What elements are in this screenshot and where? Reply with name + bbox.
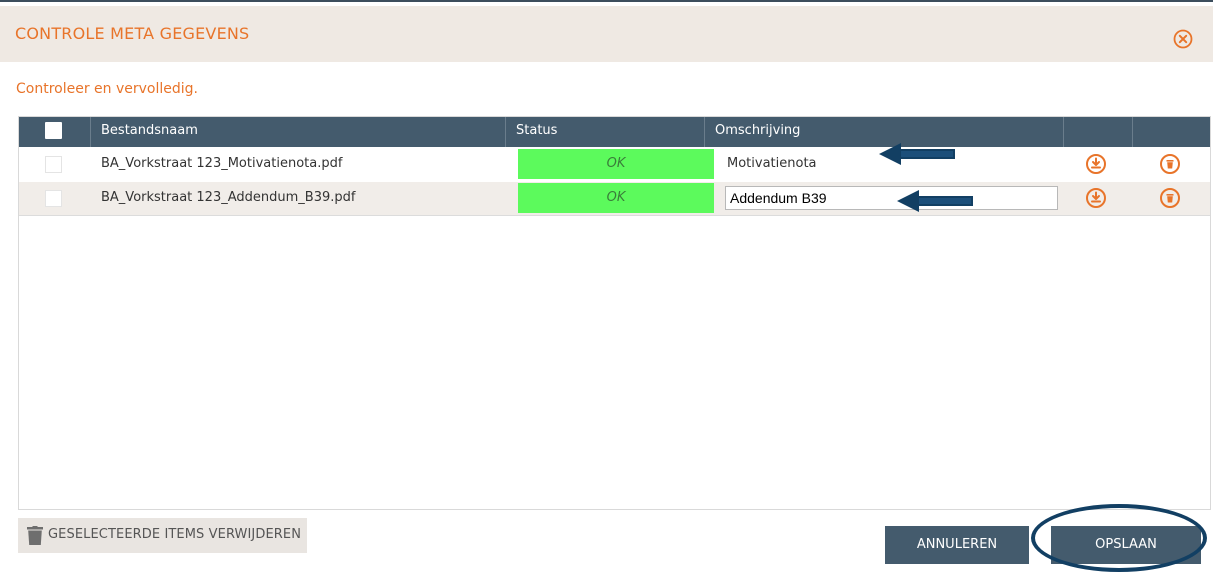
table-header: Bestandsnaam Status Omschrijving [19,117,1210,147]
dialog-title: CONTROLE META GEGEVENS [15,24,250,43]
row-description[interactable]: Motivatienota [727,156,817,171]
download-icon[interactable] [1085,187,1107,209]
table-row: BA_Vorkstraat 123_Motivatienota.pdf OK M… [19,148,1210,181]
annotation-arrow-icon [879,143,955,165]
row-checkbox[interactable] [45,190,62,207]
column-header-delete [1133,117,1210,147]
dialog-header: CONTROLE META GEGEVENS [0,6,1213,62]
trash-icon [27,526,43,545]
cancel-button[interactable]: ANNULEREN [885,526,1029,564]
header-select-cell [19,117,91,147]
row-filename: BA_Vorkstraat 123_Motivatienota.pdf [101,156,343,171]
description-input[interactable] [725,186,1058,210]
status-badge: OK [518,183,714,213]
row-filename: BA_Vorkstraat 123_Addendum_B39.pdf [101,190,356,205]
table-row: BA_Vorkstraat 123_Addendum_B39.pdf OK [19,182,1210,216]
download-icon[interactable] [1085,153,1107,175]
annotation-arrow-icon [897,190,973,212]
column-header-status[interactable]: Status [506,117,705,147]
select-all-checkbox[interactable] [45,122,62,139]
trash-icon[interactable] [1159,153,1181,175]
column-header-download [1064,117,1133,147]
remove-selected-button[interactable]: GESELECTEERDE ITEMS VERWIJDEREN [18,518,307,553]
remove-selected-label: GESELECTEERDE ITEMS VERWIJDEREN [48,527,302,542]
column-header-filename[interactable]: Bestandsnaam [91,117,506,147]
files-table: Bestandsnaam Status Omschrijving BA_Vork… [18,116,1211,510]
close-icon[interactable] [1173,29,1193,49]
status-badge: OK [518,149,714,179]
row-checkbox[interactable] [45,156,62,173]
dialog-subtitle: Controleer en vervolledig. [16,81,198,97]
save-button[interactable]: OPSLAAN [1051,526,1201,564]
trash-icon[interactable] [1159,187,1181,209]
